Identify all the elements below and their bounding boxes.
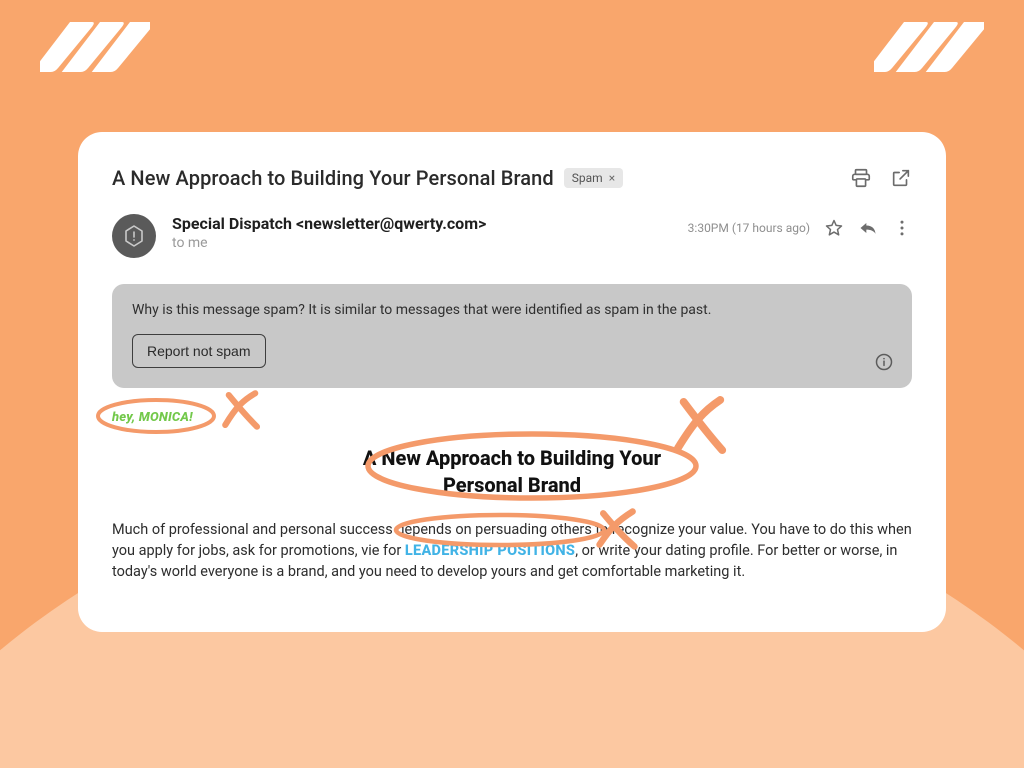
info-icon[interactable] [874,352,894,372]
email-subject: A New Approach to Building Your Personal… [112,166,554,190]
star-icon[interactable] [824,218,844,238]
email-body: hey, MONICA! A New Approach to Building … [112,406,912,582]
avatar [112,214,156,258]
sender-name: Special Dispatch <newsletter@qwerty.com> [172,214,672,233]
spam-panel: Why is this message spam? It is similar … [112,284,912,388]
reply-icon[interactable] [858,218,878,238]
email-card: A New Approach to Building Your Personal… [78,132,946,632]
recipient-line: to me [172,235,672,251]
email-body-title: A New Approach to Building Your Personal… [112,445,912,499]
report-not-spam-button[interactable]: Report not spam [132,334,266,368]
email-timestamp: 3:30PM (17 hours ago) [688,221,810,235]
sender-row: Special Dispatch <newsletter@qwerty.com>… [112,214,912,258]
external-link-icon[interactable] [890,167,912,189]
email-greeting: hey, MONICA! [112,410,193,425]
spam-explanation: Why is this message spam? It is similar … [132,302,892,318]
more-vertical-icon[interactable] [892,218,912,238]
title-line-2: Personal Brand [443,473,581,497]
brand-slash-logo-left [40,22,150,76]
annotation-x-mark-greeting [220,385,264,435]
hexagon-alert-icon [122,224,146,248]
spam-chip-label: Spam [572,171,603,185]
print-icon[interactable] [850,167,872,189]
email-body-paragraph: Much of professional and personal succes… [112,519,912,582]
brand-slash-logo-right [874,22,984,76]
leadership-link[interactable]: LEADERSHIP POSITIONS [405,542,575,559]
close-icon[interactable]: × [609,171,615,185]
title-line-1: A New Approach to Building Your [363,446,661,470]
spam-chip[interactable]: Spam × [564,168,623,188]
email-header-row: A New Approach to Building Your Personal… [112,166,912,190]
